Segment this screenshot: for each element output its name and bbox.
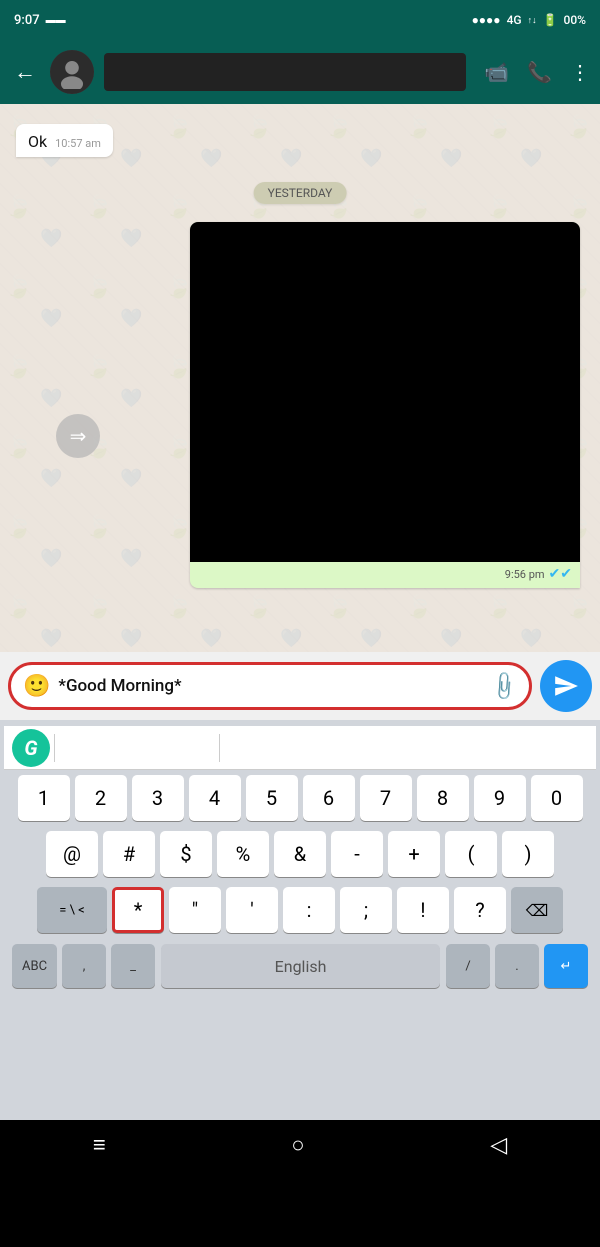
key-at[interactable]: @ bbox=[46, 831, 98, 877]
key-3[interactable]: 3 bbox=[132, 775, 184, 821]
send-button[interactable] bbox=[540, 660, 592, 712]
contact-name-bar bbox=[104, 53, 466, 91]
keyboard-row-numbers: 1 2 3 4 5 6 7 8 9 0 bbox=[4, 775, 596, 821]
key-comma[interactable]: , bbox=[62, 944, 106, 988]
message-ok: Ok 10:57 am bbox=[16, 124, 113, 157]
key-double-quote[interactable]: " bbox=[169, 887, 221, 933]
chat-header: ← 📹 📞 ⋮ bbox=[0, 40, 600, 104]
nav-bar: ≡ ○ ◁ bbox=[0, 1120, 600, 1170]
header-icons: 📹 📞 ⋮ bbox=[484, 60, 590, 84]
key-colon[interactable]: : bbox=[283, 887, 335, 933]
message-input-box[interactable]: 🙂 *Good Morning* 📎 bbox=[8, 662, 532, 710]
keyboard-row-symbols2: = \ < * " ' : ; ! ? ⌫ bbox=[4, 887, 596, 933]
key-period[interactable]: . bbox=[495, 944, 539, 988]
key-language[interactable]: English bbox=[161, 944, 440, 988]
slash-dot-group: / . bbox=[446, 944, 539, 988]
input-bar: 🙂 *Good Morning* 📎 bbox=[0, 652, 600, 720]
key-semicolon[interactable]: ; bbox=[340, 887, 392, 933]
status-bar-left: 9:07 ▬▬ bbox=[14, 13, 66, 28]
forward-button[interactable]: ⇒ bbox=[56, 414, 100, 458]
key-exclamation[interactable]: ! bbox=[397, 887, 449, 933]
video-message-footer: 9:56 pm ✔✔ bbox=[190, 562, 580, 588]
key-ampersand[interactable]: & bbox=[274, 831, 326, 877]
attach-button[interactable]: 📎 bbox=[487, 669, 522, 704]
key-7[interactable]: 7 bbox=[360, 775, 412, 821]
message-time: 10:57 am bbox=[55, 137, 101, 150]
key-plus[interactable]: + bbox=[388, 831, 440, 877]
key-9[interactable]: 9 bbox=[474, 775, 526, 821]
send-icon bbox=[553, 673, 579, 699]
key-4[interactable]: 4 bbox=[189, 775, 241, 821]
key-backspace[interactable]: ⌫ bbox=[511, 887, 563, 933]
time-display: 9:07 bbox=[14, 13, 40, 28]
key-dollar[interactable]: $ bbox=[160, 831, 212, 877]
key-question[interactable]: ? bbox=[454, 887, 506, 933]
emoji-button[interactable]: 🙂 bbox=[23, 674, 50, 699]
signal-icon: ●●●● bbox=[472, 13, 501, 27]
key-underscore[interactable]: _ bbox=[111, 944, 155, 988]
key-0[interactable]: 0 bbox=[531, 775, 583, 821]
nav-home-button[interactable]: ○ bbox=[291, 1132, 304, 1158]
keyboard-row-symbols1: @ # $ % & - + ( ) bbox=[4, 831, 596, 877]
video-message-time: 9:56 pm bbox=[505, 568, 545, 581]
message-text: Ok bbox=[28, 132, 47, 151]
key-open-paren[interactable]: ( bbox=[445, 831, 497, 877]
key-asterisk[interactable]: * bbox=[112, 887, 164, 933]
video-message-bubble[interactable]: 9:56 pm ✔✔ bbox=[190, 222, 580, 588]
suggestion-divider-1 bbox=[54, 734, 55, 762]
nav-back-button[interactable]: ◁ bbox=[490, 1133, 507, 1158]
nav-menu-button[interactable]: ≡ bbox=[93, 1132, 106, 1158]
key-close-paren[interactable]: ) bbox=[502, 831, 554, 877]
keyboard-suggestions-row: G bbox=[4, 726, 596, 770]
key-slash[interactable]: / bbox=[446, 944, 490, 988]
forward-icon: ⇒ bbox=[70, 424, 87, 448]
keyboard: G 1 2 3 4 5 6 7 8 9 0 @ # $ % & - + ( ) … bbox=[0, 720, 600, 1120]
double-tick-icon: ✔✔ bbox=[549, 566, 572, 582]
key-8[interactable]: 8 bbox=[417, 775, 469, 821]
key-1[interactable]: 1 bbox=[18, 775, 70, 821]
key-dash[interactable]: - bbox=[331, 831, 383, 877]
video-content[interactable] bbox=[190, 222, 580, 562]
key-percent[interactable]: % bbox=[217, 831, 269, 877]
network-type: 4G bbox=[507, 13, 522, 27]
key-5[interactable]: 5 bbox=[246, 775, 298, 821]
key-abc[interactable]: ABC bbox=[12, 944, 57, 988]
voice-call-button[interactable]: 📞 bbox=[527, 60, 552, 84]
status-bar-right: ●●●● 4G↑↓ 🔋 00% bbox=[472, 13, 586, 27]
key-special-chars[interactable]: = \ < bbox=[37, 887, 107, 933]
chat-area: Ok 10:57 am YESTERDAY 9:56 pm ✔✔ ⇒ bbox=[0, 104, 600, 652]
key-2[interactable]: 2 bbox=[75, 775, 127, 821]
status-bar: 9:07 ▬▬ ●●●● 4G↑↓ 🔋 00% bbox=[0, 0, 600, 40]
battery-level: 00% bbox=[564, 13, 586, 27]
keyboard-bottom-row: ABC , _ English / . ↵ bbox=[4, 940, 596, 992]
more-options-button[interactable]: ⋮ bbox=[570, 60, 590, 84]
grammarly-button[interactable]: G bbox=[12, 729, 50, 767]
key-hash[interactable]: # bbox=[103, 831, 155, 877]
message-icon: ▬▬ bbox=[46, 15, 66, 26]
back-button[interactable]: ← bbox=[10, 55, 40, 89]
date-divider: YESTERDAY bbox=[254, 182, 347, 204]
suggestion-divider-2 bbox=[219, 734, 220, 762]
key-enter[interactable]: ↵ bbox=[544, 944, 588, 988]
contact-avatar[interactable] bbox=[50, 50, 94, 94]
battery-icon: 🔋 bbox=[543, 13, 558, 27]
enter-icon: ↵ bbox=[561, 959, 572, 974]
video-call-button[interactable]: 📹 bbox=[484, 60, 509, 84]
key-single-quote[interactable]: ' bbox=[226, 887, 278, 933]
key-6[interactable]: 6 bbox=[303, 775, 355, 821]
message-input-text[interactable]: *Good Morning* bbox=[58, 676, 484, 696]
